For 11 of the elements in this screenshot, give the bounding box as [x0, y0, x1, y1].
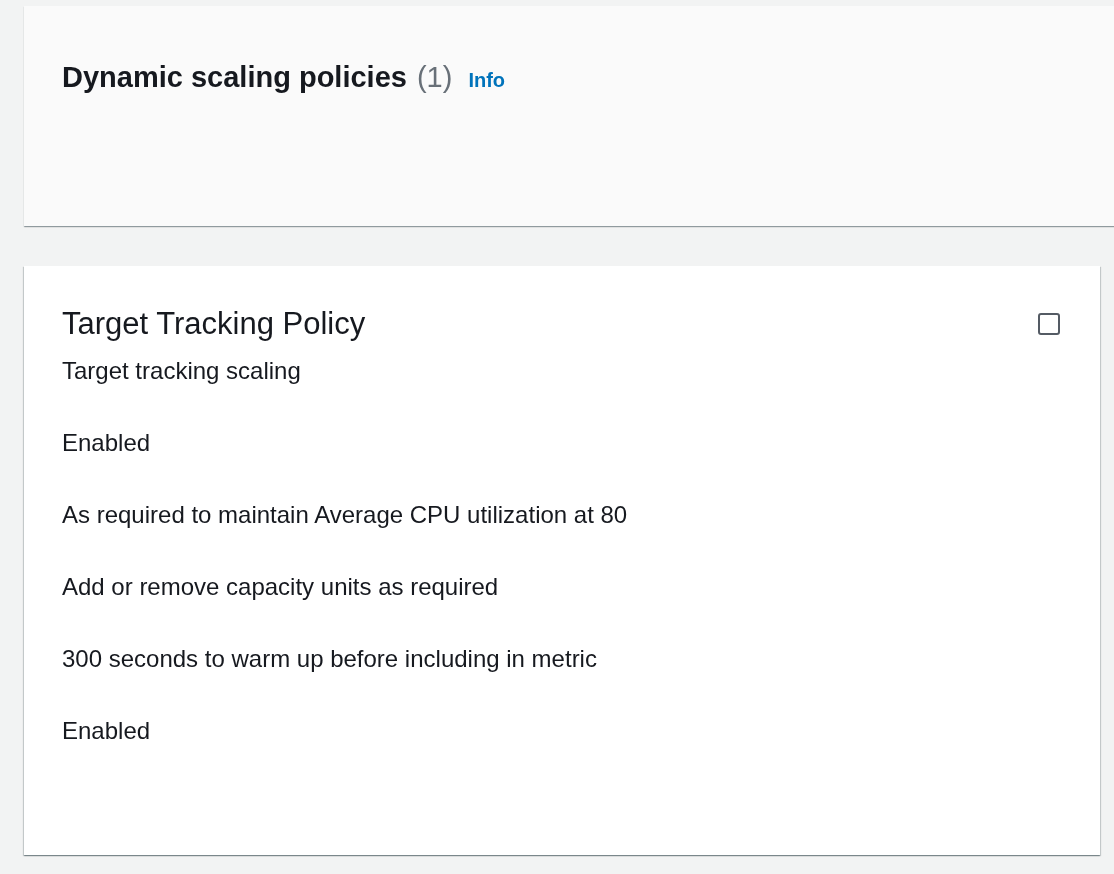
policy-detail: As required to maintain Average CPU utilization at 80 [62, 500, 629, 530]
policy-detail: Add or remove capacity units as required [62, 572, 500, 602]
policy-detail: Target tracking scaling [62, 356, 302, 386]
policy-detail: 300 seconds to warm up before including in metric [62, 644, 598, 674]
policy-title: Target Tracking Policy [62, 305, 366, 343]
info-link[interactable]: Info [468, 69, 506, 92]
section-title: Dynamic scaling policies [62, 61, 407, 94]
policy-detail: Enabled [62, 428, 152, 458]
policy-count: (1) [416, 61, 453, 94]
checkbox[interactable] [1038, 313, 1060, 335]
policy-detail: Enabled [62, 716, 152, 746]
